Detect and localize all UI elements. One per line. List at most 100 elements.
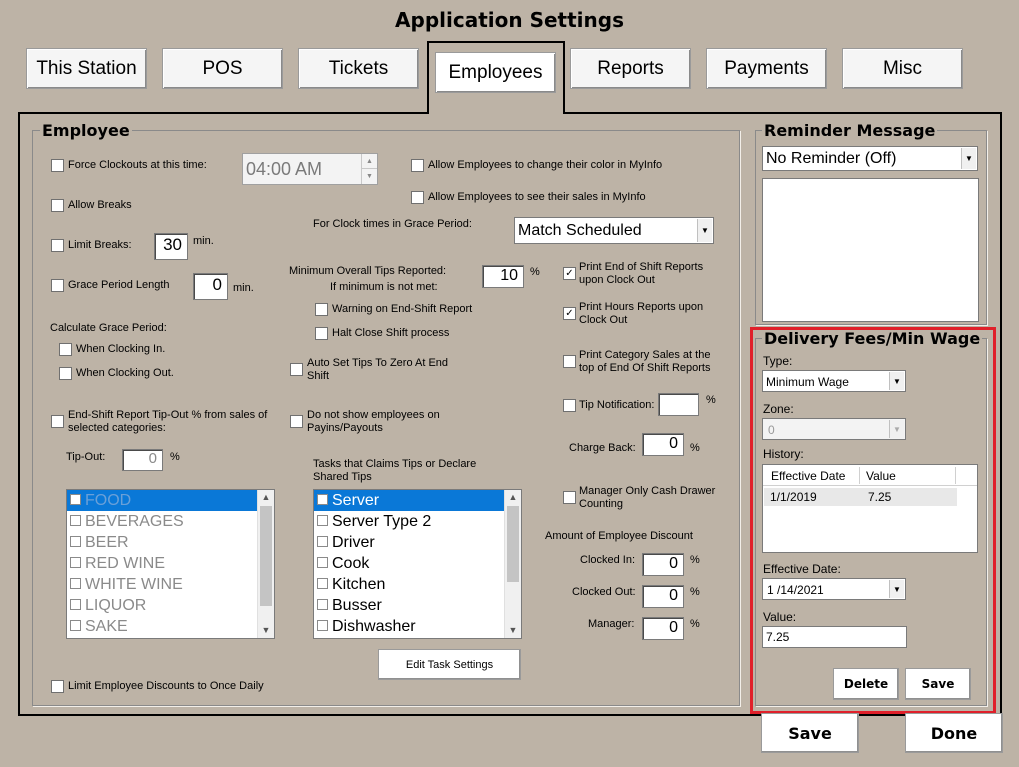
chevron-down-icon[interactable]: ▼: [889, 580, 904, 598]
clocked-in-input[interactable]: 0: [642, 553, 684, 576]
tipout-categories-label: End-Shift Report Tip-Out % from sales of…: [68, 409, 268, 434]
allow-color-checkbox[interactable]: [411, 159, 424, 172]
reminder-select[interactable]: No Reminder (Off) ▼: [762, 146, 978, 171]
list-item[interactable]: WHITE WINE: [67, 574, 274, 595]
chevron-down-icon[interactable]: ▼: [697, 219, 712, 242]
list-item[interactable]: Kitchen: [314, 574, 521, 595]
value-input[interactable]: 7.25: [762, 626, 907, 648]
force-clockouts-time-field[interactable]: 04:00 AM ▲ ▼: [242, 153, 378, 185]
list-item[interactable]: Driver: [314, 532, 521, 553]
min-tips-input[interactable]: 10: [482, 265, 524, 288]
list-item[interactable]: RED WINE: [67, 553, 274, 574]
item-checkbox[interactable]: [70, 598, 81, 610]
history-col-date[interactable]: Effective Date: [771, 469, 845, 483]
tipout-input[interactable]: 0: [122, 449, 163, 471]
manager-cash-checkbox[interactable]: [563, 491, 576, 504]
tasks-list[interactable]: Server Server Type 2 Driver Cook Kitchen…: [313, 489, 522, 639]
window-title: Application Settings: [395, 8, 624, 32]
list-item[interactable]: SAKE: [67, 616, 274, 637]
charge-back-input[interactable]: 0: [642, 433, 684, 456]
scroll-up-icon[interactable]: ▲: [505, 490, 521, 505]
print-hours-checkbox[interactable]: ✓: [563, 307, 576, 320]
tasks-scrollbar[interactable]: ▲ ▼: [504, 490, 521, 638]
list-item[interactable]: LIQUOR: [67, 595, 274, 616]
item-checkbox[interactable]: [70, 619, 81, 631]
limit-breaks-checkbox[interactable]: [51, 239, 64, 252]
item-checkbox[interactable]: [317, 556, 328, 568]
done-button[interactable]: Done: [905, 713, 1003, 753]
table-row[interactable]: 1/1/2019 7.25: [764, 488, 957, 506]
effective-date-picker[interactable]: 1 /14/2021 ▼: [762, 578, 906, 600]
scroll-thumb[interactable]: [260, 506, 272, 606]
halt-close-checkbox[interactable]: [315, 327, 328, 340]
item-checkbox[interactable]: [317, 514, 328, 526]
categories-list[interactable]: FOOD BEVERAGES BEER RED WINE WHITE WINE …: [66, 489, 275, 639]
time-up-arrow-icon[interactable]: ▲: [361, 154, 377, 169]
delivery-save-button[interactable]: Save: [905, 668, 971, 700]
item-checkbox[interactable]: [70, 493, 81, 505]
edit-task-settings-button[interactable]: Edit Task Settings: [378, 649, 521, 680]
tip-notification-checkbox[interactable]: [563, 399, 576, 412]
time-down-arrow-icon[interactable]: ▼: [361, 169, 377, 184]
item-checkbox[interactable]: [317, 535, 328, 547]
item-checkbox[interactable]: [317, 577, 328, 589]
auto-set-tips-checkbox[interactable]: [290, 363, 303, 376]
tab-this-station[interactable]: This Station: [26, 48, 147, 89]
tipout-categories-checkbox[interactable]: [51, 415, 64, 428]
chevron-down-icon[interactable]: ▼: [961, 148, 976, 169]
tab-payments[interactable]: Payments: [706, 48, 827, 89]
tab-pos[interactable]: POS: [162, 48, 283, 89]
chevron-down-icon[interactable]: ▼: [889, 420, 904, 438]
item-checkbox[interactable]: [70, 514, 81, 526]
grace-period-checkbox[interactable]: [51, 279, 64, 292]
list-item[interactable]: Busser: [314, 595, 521, 616]
scroll-down-icon[interactable]: ▼: [505, 623, 521, 638]
print-category-checkbox[interactable]: [563, 355, 576, 368]
when-clocking-in-checkbox[interactable]: [59, 343, 72, 356]
tab-tickets[interactable]: Tickets: [298, 48, 419, 89]
grace-period-input[interactable]: 0: [193, 273, 228, 300]
charge-back-label: Charge Back:: [569, 442, 636, 454]
print-end-shift-checkbox[interactable]: ✓: [563, 267, 576, 280]
allow-sales-checkbox[interactable]: [411, 191, 424, 204]
list-item[interactable]: Server Type 2: [314, 511, 521, 532]
history-table[interactable]: Effective Date Value 1/1/2019 7.25: [762, 464, 978, 553]
item-checkbox[interactable]: [317, 619, 328, 631]
allow-breaks-checkbox[interactable]: [51, 199, 64, 212]
item-checkbox[interactable]: [317, 493, 328, 505]
categories-scrollbar[interactable]: ▲ ▼: [257, 490, 274, 638]
limit-breaks-input[interactable]: 30: [154, 233, 188, 260]
limit-discounts-checkbox[interactable]: [51, 680, 64, 693]
list-item[interactable]: Dishwasher: [314, 616, 521, 637]
tab-employees[interactable]: Employees: [435, 52, 556, 93]
clocked-out-input[interactable]: 0: [642, 585, 684, 608]
item-checkbox[interactable]: [317, 598, 328, 610]
delete-button[interactable]: Delete: [833, 668, 899, 700]
tab-misc[interactable]: Misc: [842, 48, 963, 89]
item-checkbox[interactable]: [70, 577, 81, 589]
list-item[interactable]: BEER: [67, 532, 274, 553]
manager-discount-input[interactable]: 0: [642, 617, 684, 640]
scroll-down-icon[interactable]: ▼: [258, 623, 274, 638]
type-select[interactable]: Minimum Wage ▼: [762, 370, 906, 392]
save-button[interactable]: Save: [761, 713, 859, 753]
scroll-up-icon[interactable]: ▲: [258, 490, 274, 505]
list-item[interactable]: Server: [314, 490, 521, 511]
clock-grace-select[interactable]: Match Scheduled ▼: [514, 217, 714, 244]
warning-endshift-checkbox[interactable]: [315, 303, 328, 316]
item-checkbox[interactable]: [70, 535, 81, 547]
item-checkbox[interactable]: [70, 556, 81, 568]
history-col-value[interactable]: Value: [866, 469, 896, 483]
scroll-thumb[interactable]: [507, 506, 519, 582]
list-item[interactable]: BEVERAGES: [67, 511, 274, 532]
force-clockouts-checkbox[interactable]: [51, 159, 64, 172]
list-item[interactable]: FOOD: [67, 490, 274, 511]
tab-reports[interactable]: Reports: [570, 48, 691, 89]
when-clocking-out-checkbox[interactable]: [59, 367, 72, 380]
zone-select[interactable]: 0 ▼: [762, 418, 906, 440]
do-not-show-checkbox[interactable]: [290, 415, 303, 428]
list-item[interactable]: Cook: [314, 553, 521, 574]
chevron-down-icon[interactable]: ▼: [889, 372, 904, 390]
reminder-message-textarea[interactable]: [762, 178, 979, 322]
tip-notification-input[interactable]: [658, 393, 699, 416]
